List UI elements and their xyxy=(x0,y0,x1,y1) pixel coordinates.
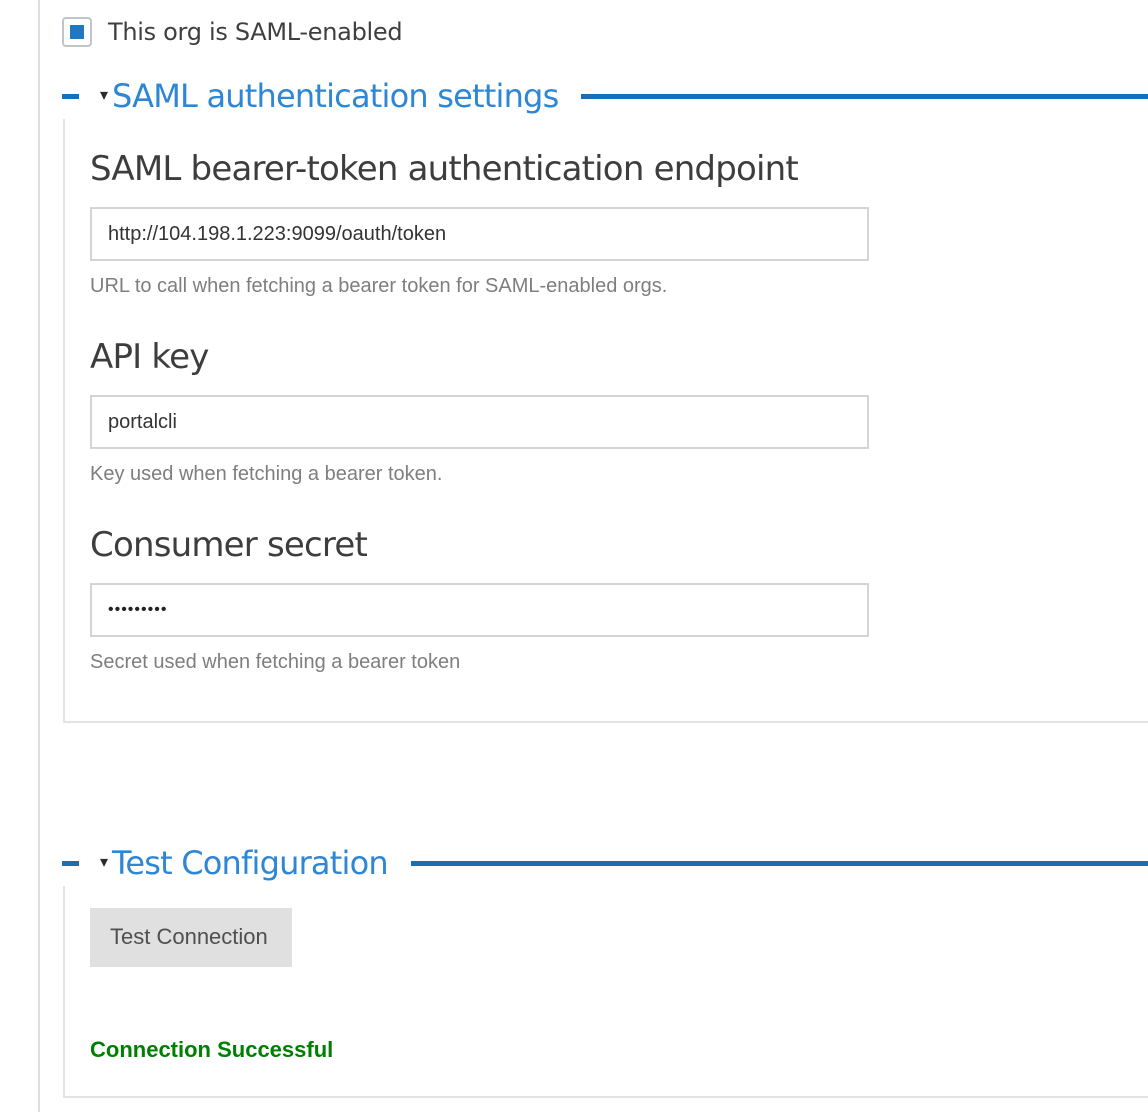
connection-status-message: Connection Successful xyxy=(90,1037,1148,1063)
saml-enabled-checkbox[interactable] xyxy=(62,17,92,47)
consumer-secret-input[interactable] xyxy=(90,583,869,637)
legend-dash xyxy=(62,94,79,99)
legend-rule-line xyxy=(581,94,1148,99)
legend-rule-line xyxy=(411,861,1148,866)
api-key-help-text: Key used when fetching a bearer token. xyxy=(90,463,1148,485)
api-key-label: API key xyxy=(90,337,1148,377)
collapse-triangle-icon: ▾ xyxy=(100,855,108,871)
saml-enabled-label: This org is SAML-enabled xyxy=(108,18,402,46)
endpoint-help-text: URL to call when fetching a bearer token… xyxy=(90,275,1148,297)
settings-page: This org is SAML-enabled ▾ SAML authenti… xyxy=(0,0,1148,1112)
api-key-input[interactable] xyxy=(90,395,869,449)
legend-dash xyxy=(62,861,79,866)
saml-enabled-row: This org is SAML-enabled xyxy=(62,0,1148,47)
saml-settings-title: SAML authentication settings xyxy=(112,77,558,115)
page-left-rule xyxy=(38,0,40,1112)
test-configuration-title: Test Configuration xyxy=(112,844,388,882)
consumer-secret-label: Consumer secret xyxy=(90,525,1148,565)
collapse-triangle-icon: ▾ xyxy=(100,88,108,104)
test-configuration-legend: ▾ Test Configuration xyxy=(0,840,1148,886)
saml-settings-toggle[interactable]: ▾ SAML authentication settings xyxy=(100,77,558,115)
test-configuration-toggle[interactable]: ▾ Test Configuration xyxy=(100,844,388,882)
consumer-secret-help-text: Secret used when fetching a bearer token xyxy=(90,651,1148,673)
endpoint-label: SAML bearer-token authentication endpoin… xyxy=(90,149,1148,189)
checkbox-checked-mark xyxy=(70,25,84,39)
field-group-consumer-secret: Consumer secret Secret used when fetchin… xyxy=(90,525,1148,673)
test-configuration-body: Test Connection Connection Successful xyxy=(63,886,1148,1098)
endpoint-input[interactable] xyxy=(90,207,869,261)
field-group-endpoint: SAML bearer-token authentication endpoin… xyxy=(90,149,1148,297)
test-connection-button[interactable]: Test Connection xyxy=(90,908,292,967)
field-group-api-key: API key Key used when fetching a bearer … xyxy=(90,337,1148,485)
saml-settings-body: SAML bearer-token authentication endpoin… xyxy=(63,119,1148,723)
saml-settings-legend: ▾ SAML authentication settings xyxy=(0,73,1148,119)
